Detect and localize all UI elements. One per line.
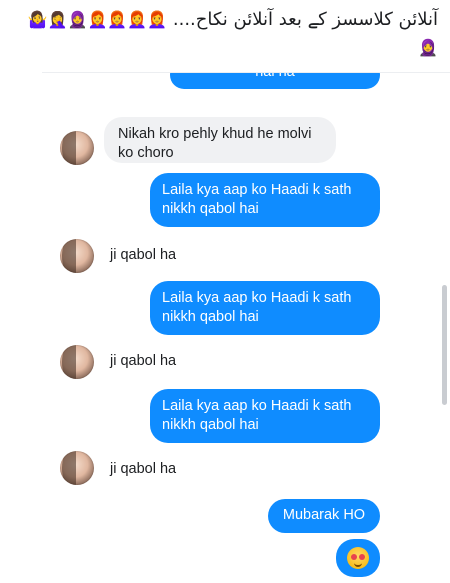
message-outgoing: Laila kya aap ko Haadi k sath nikkh qabo…	[150, 173, 380, 227]
message-text: ji qabol ha	[110, 353, 177, 369]
message-outgoing: Laila kya aap ko Haadi k sath nikkh qabo…	[150, 281, 380, 335]
message-text: ji qabol ha	[110, 247, 177, 263]
scrollbar[interactable]	[442, 285, 447, 405]
message-outgoing: Laila kya aap ko Haadi k sath nikkh qabo…	[150, 389, 380, 443]
message-outgoing-emoji	[336, 539, 380, 577]
message-text: Laila kya aap ko Haadi k sath nikkh qabo…	[162, 398, 352, 433]
message-incoming: ji qabol ha	[110, 246, 176, 265]
sender-avatar[interactable]	[60, 345, 94, 379]
message-incoming: ji qabol ha	[110, 460, 176, 479]
sender-avatar[interactable]	[60, 239, 94, 273]
message-incoming: ji qabol ha	[110, 352, 176, 371]
message-outgoing-partial: hai ha	[170, 72, 380, 89]
message-incoming: Nikah kro pehly khud he molvi ko choro	[104, 117, 336, 163]
message-text: Laila kya aap ko Haadi k sath nikkh qabo…	[162, 182, 352, 217]
heart-eyes-emoji-icon	[347, 547, 369, 569]
post-caption: آنلائن کلاسسز کے بعد آنلائن نکاح.... 👩‍🦰…	[10, 6, 438, 66]
message-outgoing: Mubarak HO	[268, 499, 380, 533]
message-text: hai ha	[255, 72, 295, 80]
sender-avatar[interactable]	[60, 451, 94, 485]
message-text: Laila kya aap ko Haadi k sath nikkh qabo…	[162, 290, 352, 325]
message-text: Nikah kro pehly khud he molvi ko choro	[118, 126, 312, 161]
message-text: Mubarak HO	[282, 507, 366, 523]
sender-avatar[interactable]	[60, 131, 94, 165]
chat-thread[interactable]: hai ha Nikah kro pehly khud he molvi ko …	[42, 72, 450, 583]
caption-text: آنلائن کلاسسز کے بعد آنلائن نکاح....	[172, 9, 438, 30]
message-text: ji qabol ha	[110, 461, 177, 477]
